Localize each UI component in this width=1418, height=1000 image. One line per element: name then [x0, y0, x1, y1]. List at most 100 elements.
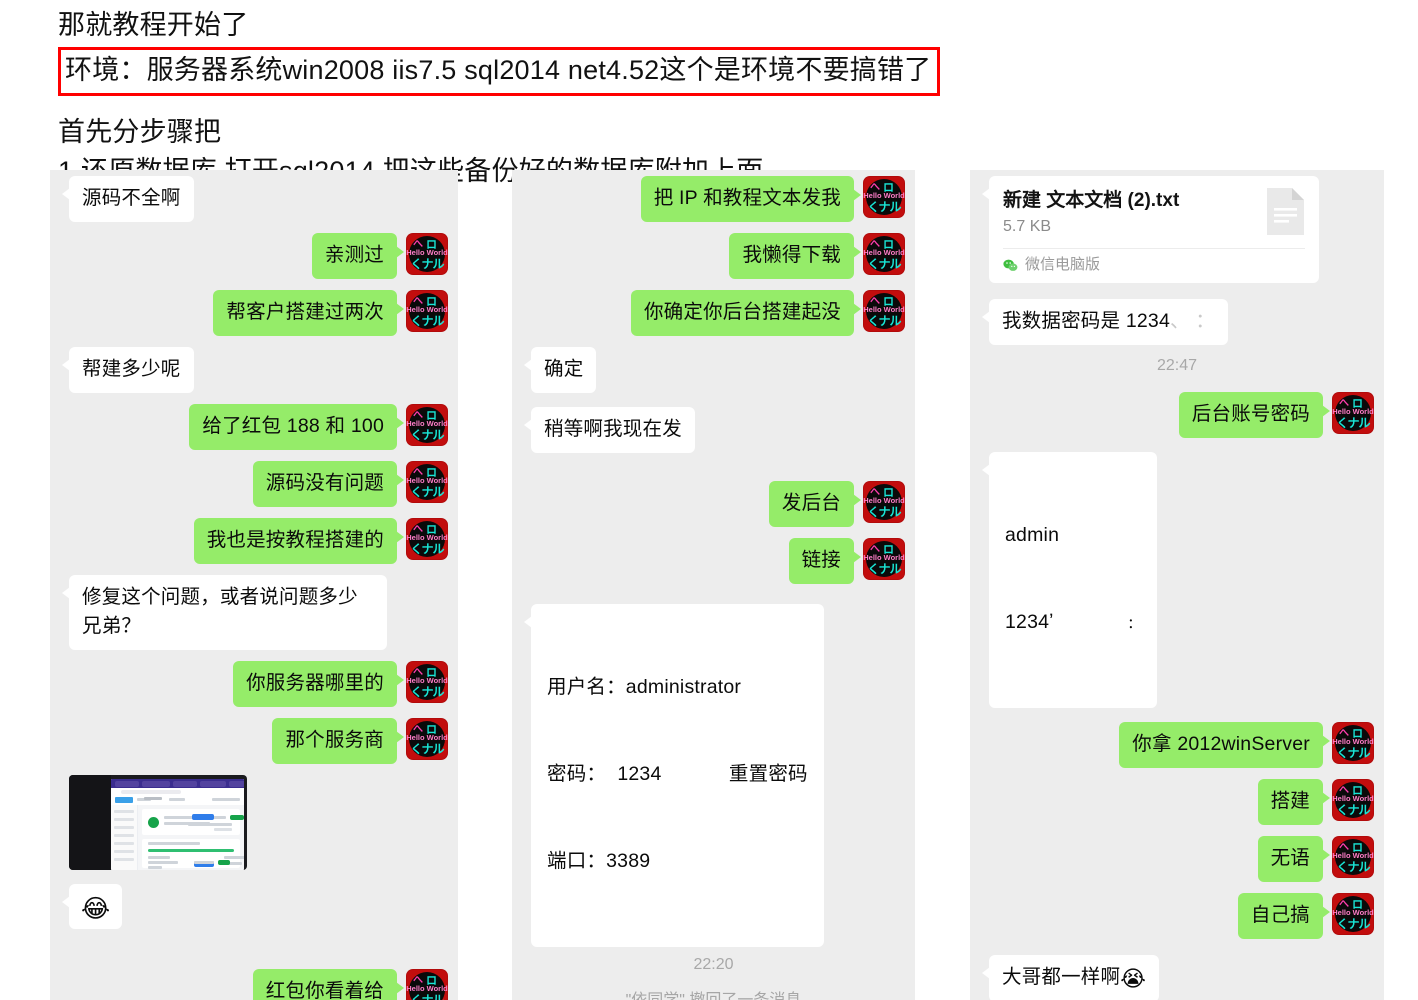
message-bubble-outgoing[interactable]: 后台账号密码 [1178, 392, 1331, 438]
message-bubble-outgoing[interactable]: 把 IP 和教程文本发我 [640, 176, 862, 222]
message-bubble-incoming[interactable]: 修复这个问题，或者说问题多少兄弟？ [62, 575, 387, 650]
avatar-glyph-bottom: くナル [1336, 803, 1370, 817]
avatar-glyph-bottom: くナル [1336, 416, 1370, 430]
file-card-main: 新建 文本文档 (2).txt 5.7 KB [989, 176, 1319, 248]
avatar[interactable]: へ ロ Hello World くナル [863, 481, 905, 523]
credentials-message-bubble[interactable]: admin 1234ʼ ﹕ [982, 452, 1157, 708]
message-row: 把 IP 和教程文本发我 へ ロ Hello World くナル [522, 176, 905, 222]
message-bubble-outgoing[interactable]: 我也是按教程搭建的 [193, 518, 405, 564]
avatar[interactable]: へ ロ Hello World くナル [406, 969, 448, 1000]
avatar[interactable]: へ ロ Hello World くナル [863, 176, 905, 218]
avatar[interactable]: へ ロ Hello World くナル [1332, 779, 1374, 821]
image-message-thumbnail[interactable] [69, 775, 247, 870]
message-bubble-outgoing[interactable]: 你确定你后台搭建起没 [630, 290, 862, 336]
browser-tab [173, 780, 197, 787]
message-bubble-incoming[interactable]: 确定 [523, 347, 597, 393]
sidebar-item [114, 810, 134, 813]
instance-address [188, 823, 232, 826]
chat-column-2[interactable]: 把 IP 和教程文本发我 へ ロ Hello World くナル 我懒得下载 へ [512, 170, 915, 1000]
message-row: 😂 [60, 884, 448, 929]
message-bubble-outgoing[interactable]: 链接 [788, 538, 862, 584]
message-bubble-incoming[interactable]: 稍等啊我现在发 [524, 407, 695, 453]
message-bubble-outgoing[interactable]: 你服务器哪里的 [233, 661, 404, 707]
message-bubble-incoming[interactable]: 大哥都一样啊😭 [981, 955, 1160, 1000]
message-row: 你确定你后台搭建起没 へ ロ Hello World くナル [522, 290, 905, 336]
message-row: 源码不全啊 [60, 176, 448, 222]
message-row: 用户名：administrator 密码： 1234 重置密码 端口：3389 [522, 604, 905, 947]
avatar-glyph-bottom: くナル [410, 485, 444, 499]
message-bubble-outgoing[interactable]: 我懒得下载 [729, 233, 861, 279]
message-stream-3: 新建 文本文档 (2).txt 5.7 KB 微信电脑版 我数据密码是 1234… [970, 170, 1384, 1000]
file-message-card[interactable]: 新建 文本文档 (2).txt 5.7 KB 微信电脑版 [982, 176, 1319, 283]
avatar-glyph-bottom: くナル [410, 314, 444, 328]
browser-tab [142, 780, 170, 787]
avatar[interactable]: へ ロ Hello World くナル [406, 518, 448, 560]
message-bubble-outgoing[interactable]: 自己搞 [1237, 893, 1331, 939]
avatar[interactable]: へ ロ Hello World くナル [863, 538, 905, 580]
avatar[interactable]: へ ロ Hello World くナル [1332, 392, 1374, 434]
message-bubble-outgoing[interactable]: 那个服务商 [272, 718, 404, 764]
message-bubble-outgoing[interactable]: 你拿 2012winServer [1119, 722, 1330, 768]
note-spacer [58, 96, 1388, 113]
avatar[interactable]: へ ロ Hello World くナル [406, 461, 448, 503]
field-label [148, 856, 170, 859]
message-text: 我数据密码是 1234 [1002, 310, 1170, 332]
message-stream-2: 把 IP 和教程文本发我 へ ロ Hello World くナル 我懒得下载 へ [512, 170, 915, 1000]
message-row: 后台账号密码 へ ロ Hello World くナル [980, 392, 1374, 438]
note-line-3: 首先分步骤把 [58, 117, 222, 147]
monitor-bezel [69, 775, 111, 870]
message-bubble-outgoing[interactable]: 源码没有问题 [252, 461, 405, 507]
avatar-glyph-bottom: くナル [410, 993, 444, 1000]
message-row: 链接 へ ロ Hello World くナル [522, 538, 905, 584]
message-row: 我懒得下载 へ ロ Hello World くナル [522, 233, 905, 279]
avatar[interactable]: へ ロ Hello World くナル [406, 661, 448, 703]
message-bubble-outgoing[interactable]: 亲测过 [311, 233, 405, 279]
avatar-label: Hello World [406, 984, 448, 993]
message-bubble-outgoing[interactable]: 搭建 [1257, 779, 1331, 825]
avatar[interactable]: へ ロ Hello World くナル [863, 290, 905, 332]
avatar[interactable]: へ ロ Hello World くナル [1332, 836, 1374, 878]
message-row: 源码没有问题 へ ロ Hello World くナル [60, 461, 448, 507]
message-row: 稍等啊我现在发 [522, 407, 905, 453]
avatar[interactable]: へ ロ Hello World くナル [1332, 722, 1374, 764]
message-bubble-incoming[interactable]: 帮建多少呢 [62, 347, 194, 393]
avatar-label: Hello World [406, 733, 448, 742]
avatar-label: Hello World [406, 533, 448, 542]
message-row: 新建 文本文档 (2).txt 5.7 KB 微信电脑版 [980, 176, 1374, 283]
avatar[interactable]: へ ロ Hello World くナル [406, 718, 448, 760]
toggle-badge [218, 860, 230, 865]
console-sidebar [111, 805, 138, 870]
tutorial-notes: 那就教程开始了 环境：服务器系统win2008 iis7.5 sql2014 n… [58, 6, 1388, 191]
message-bubble-incoming[interactable]: 我数据密码是 1234、 ： [981, 299, 1229, 345]
message-bubble-outgoing[interactable]: 给了红包 188 和 100 [189, 404, 404, 450]
note-line-highlighted-wrap: 环境：服务器系统win2008 iis7.5 sql2014 net4.52这个… [58, 45, 1388, 96]
credentials-message-bubble[interactable]: 用户名：administrator 密码： 1234 重置密码 端口：3389 [524, 604, 824, 947]
credentials-line-password: 密码： 1234 重置密码 [547, 763, 808, 785]
nav-item [169, 798, 185, 801]
avatar[interactable]: へ ロ Hello World くナル [1332, 893, 1374, 935]
chat-column-3[interactable]: 新建 文本文档 (2).txt 5.7 KB 微信电脑版 我数据密码是 1234… [970, 170, 1384, 1000]
wechat-icon [1003, 259, 1018, 272]
file-name: 新建 文本文档 (2).txt [1003, 190, 1180, 211]
sobbing-face-emoji: 😭 [1120, 966, 1147, 991]
recall-system-notice: "依同学" 撤回了一条消息 [522, 991, 905, 1000]
avatar-label: Hello World [1332, 794, 1374, 803]
avatar[interactable]: へ ロ Hello World くナル [863, 233, 905, 275]
avatar-label: Hello World [406, 305, 448, 314]
avatar[interactable]: へ ロ Hello World くナル [406, 290, 448, 332]
timestamp-divider: 22:20 [693, 956, 734, 973]
message-stream-1: 源码不全啊 亲测过 へ ロ Hello World くナル 帮客户搭建过两次 へ… [50, 170, 458, 1000]
message-bubble-incoming[interactable]: 源码不全啊 [62, 176, 194, 222]
message-bubble-outgoing[interactable]: 发后台 [768, 481, 862, 527]
message-bubble-outgoing[interactable]: 红包你看着给 [252, 969, 405, 1000]
message-bubble-outgoing[interactable]: 帮客户搭建过两次 [213, 290, 404, 336]
message-row: 亲测过 へ ロ Hello World くナル [60, 233, 448, 279]
text-file-icon [1265, 188, 1305, 236]
message-row: 搭建 へ ロ Hello World くナル [980, 779, 1374, 825]
chat-column-1[interactable]: 源码不全啊 亲测过 へ ロ Hello World くナル 帮客户搭建过两次 へ… [50, 170, 458, 1000]
avatar[interactable]: へ ロ Hello World くナル [406, 233, 448, 275]
timestamp-divider: 22:47 [1156, 357, 1198, 374]
emoji-message-bubble[interactable]: 😂 [61, 884, 123, 929]
message-bubble-outgoing[interactable]: 无语 [1257, 836, 1331, 882]
avatar[interactable]: へ ロ Hello World くナル [406, 404, 448, 446]
